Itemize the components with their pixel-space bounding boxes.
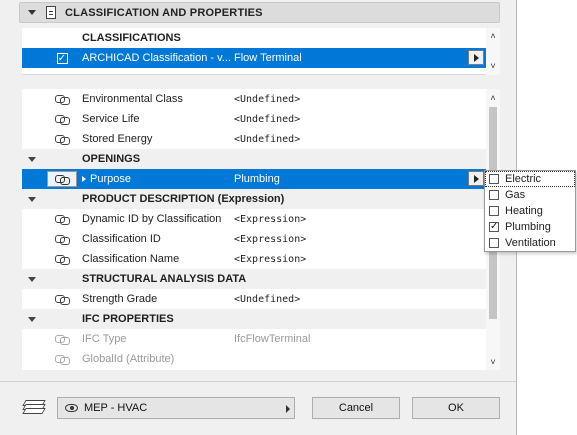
- property-value: IfcFlowTerminal: [234, 333, 311, 345]
- expand-triangle-icon[interactable]: [28, 276, 36, 282]
- property-row[interactable]: Dynamic ID by Classification <Expression>: [22, 209, 486, 229]
- property-row[interactable]: Classification ID <Expression>: [22, 229, 486, 249]
- section-header[interactable]: CLASSIFICATION AND PROPERTIES: [19, 2, 500, 23]
- link-icon: [55, 175, 70, 185]
- classifications-scrollbar[interactable]: ˄ ˅: [486, 28, 500, 75]
- property-name: Classification ID: [82, 233, 161, 245]
- eye-icon: [65, 404, 78, 412]
- link-icon: [55, 355, 70, 365]
- link-button[interactable]: [47, 171, 77, 187]
- property-name: Stored Energy: [82, 133, 153, 145]
- scroll-up-icon[interactable]: ˄: [489, 94, 497, 103]
- property-name: Strength Grade: [82, 293, 158, 305]
- classifications-header-row: CLASSIFICATIONS: [22, 28, 486, 48]
- classification-row[interactable]: ✓ ARCHICAD Classification - v... Flow Te…: [22, 48, 486, 68]
- link-icon: [55, 215, 70, 225]
- group-row[interactable]: PRODUCT DESCRIPTION (Expression): [22, 189, 486, 209]
- option-checkbox[interactable]: [489, 190, 499, 200]
- property-name: Dynamic ID by Classification: [82, 213, 222, 225]
- link-icon: [55, 295, 70, 305]
- property-value[interactable]: <Undefined>: [234, 134, 486, 145]
- expand-triangle-icon[interactable]: [28, 156, 36, 162]
- option-electric[interactable]: Electric: [485, 171, 575, 187]
- option-plumbing[interactable]: ✓ Plumbing: [485, 219, 575, 235]
- property-row[interactable]: Stored Energy <Undefined>: [22, 129, 486, 149]
- option-label: Heating: [505, 205, 543, 217]
- option-label: Electric: [505, 173, 542, 185]
- option-gas[interactable]: Gas: [485, 187, 575, 203]
- view-select-label: MEP - HVAC: [84, 402, 148, 414]
- link-icon: [55, 95, 70, 105]
- purpose-options-popup: Electric Gas Heating ✓ Plumbing Ventilation: [484, 170, 576, 252]
- property-row[interactable]: GlobalId (Attribute): [22, 349, 486, 369]
- classification-name: ARCHICAD Classification - v...: [82, 52, 231, 64]
- expand-arrow-icon[interactable]: [82, 176, 86, 182]
- classification-arrow-button[interactable]: [468, 50, 484, 65]
- property-value[interactable]: <Undefined>: [234, 294, 486, 305]
- property-value[interactable]: <Expression>: [234, 254, 486, 265]
- group-label: PRODUCT DESCRIPTION (Expression): [82, 193, 285, 205]
- value-arrow-button[interactable]: [468, 171, 484, 186]
- property-name: Service Life: [82, 113, 140, 125]
- classifications-header: CLASSIFICATIONS: [82, 32, 181, 44]
- collapse-triangle-icon[interactable]: [28, 10, 36, 15]
- option-label: Ventilation: [505, 237, 556, 249]
- option-heating[interactable]: Heating: [485, 203, 575, 219]
- property-row[interactable]: Service Life <Undefined>: [22, 109, 486, 129]
- expand-triangle-icon[interactable]: [28, 316, 36, 322]
- option-ventilation[interactable]: Ventilation: [485, 235, 575, 251]
- footer-divider: [0, 381, 516, 382]
- cancel-button[interactable]: Cancel: [312, 397, 400, 419]
- property-name: Environmental Class: [82, 93, 183, 105]
- property-row[interactable]: Classification Name <Expression>: [22, 249, 486, 269]
- property-value[interactable]: <Undefined>: [234, 94, 486, 105]
- right-arrow-icon: [473, 174, 479, 183]
- link-icon: [55, 135, 70, 145]
- option-checkbox[interactable]: [489, 174, 499, 184]
- option-label: Gas: [505, 189, 526, 201]
- property-name: IFC Type: [82, 333, 127, 345]
- property-name: Classification Name: [82, 253, 180, 265]
- property-row[interactable]: IFC Type IfcFlowTerminal: [22, 329, 486, 349]
- properties-panel: Environmental Class <Undefined> Service Li…: [22, 89, 486, 370]
- link-icon: [55, 115, 70, 125]
- ok-button[interactable]: OK: [412, 397, 500, 419]
- group-label: STRUCTURAL ANALYSIS DATA: [82, 273, 247, 285]
- select-arrow-icon: [286, 405, 290, 413]
- property-value[interactable]: <Expression>: [234, 234, 486, 245]
- property-row[interactable]: Purpose Plumbing: [22, 169, 486, 189]
- layers-icon[interactable]: [22, 398, 48, 416]
- right-arrow-icon: [473, 53, 479, 62]
- classifications-panel: CLASSIFICATIONS ✓ ARCHICAD Classificatio…: [22, 28, 486, 75]
- link-icon: [55, 235, 70, 245]
- option-label: Plumbing: [505, 221, 551, 233]
- property-value[interactable]: <Expression>: [234, 214, 486, 225]
- scroll-down-icon[interactable]: ˅: [489, 358, 497, 367]
- property-value[interactable]: Plumbing: [234, 173, 486, 185]
- section-title: CLASSIFICATION AND PROPERTIES: [65, 6, 263, 19]
- property-value[interactable]: <Undefined>: [234, 114, 486, 125]
- link-icon: [55, 335, 70, 345]
- option-checkbox[interactable]: [489, 238, 499, 248]
- scroll-up-icon[interactable]: ˄: [489, 32, 497, 41]
- option-checkbox[interactable]: [489, 206, 499, 216]
- property-row[interactable]: Environmental Class <Undefined>: [22, 89, 486, 109]
- group-label: IFC PROPERTIES: [82, 313, 174, 325]
- scroll-down-icon[interactable]: ˅: [489, 62, 497, 71]
- classification-value: Flow Terminal: [234, 52, 302, 64]
- link-icon: [55, 255, 70, 265]
- group-label: OPENINGS: [82, 153, 141, 165]
- group-row[interactable]: OPENINGS: [22, 149, 486, 169]
- expand-triangle-icon[interactable]: [28, 196, 36, 202]
- settings-dialog: CLASSIFICATION AND PROPERTIES CLASSIFICA…: [0, 0, 517, 435]
- document-icon: [46, 6, 56, 19]
- option-checkbox[interactable]: ✓: [489, 222, 499, 232]
- property-row[interactable]: Strength Grade <Undefined>: [22, 289, 486, 309]
- group-row[interactable]: IFC PROPERTIES: [22, 309, 486, 329]
- property-name: Purpose: [90, 173, 131, 185]
- group-row[interactable]: STRUCTURAL ANALYSIS DATA: [22, 269, 486, 289]
- classification-checkbox[interactable]: ✓: [56, 52, 68, 64]
- property-name: GlobalId (Attribute): [82, 353, 175, 365]
- view-select[interactable]: MEP - HVAC: [57, 397, 295, 419]
